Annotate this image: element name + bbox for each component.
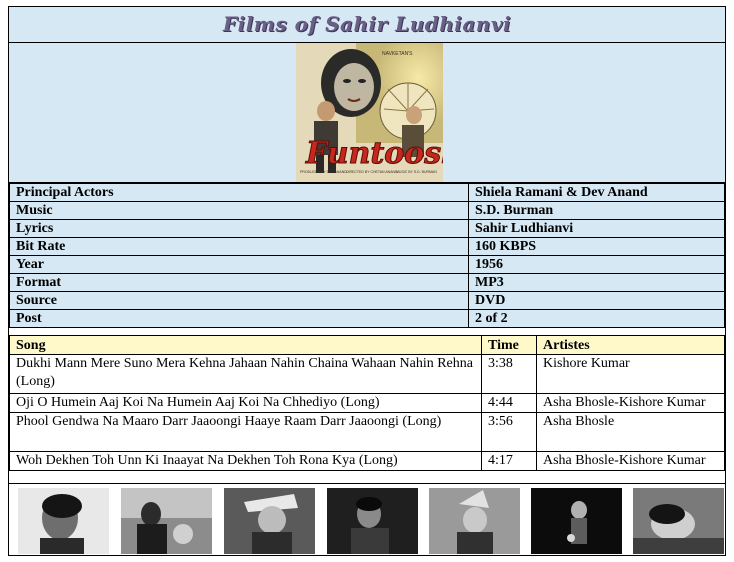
still-art <box>327 488 418 554</box>
poster-credit-2: DIRECTED BY CHETAN ANAND <box>346 170 398 174</box>
still-art <box>429 488 520 554</box>
song-artistes: Asha Bhosle <box>536 412 725 452</box>
spacer-row <box>9 465 725 484</box>
title-bar: Films of Sahir Ludhianvi <box>9 7 725 43</box>
poster-title: Funtoosh <box>305 136 443 171</box>
film-still-image <box>429 488 520 554</box>
songs-table: Song Time Artistes Dukhi Mann Mere Suno … <box>9 335 725 471</box>
info-label: Lyrics <box>9 219 469 238</box>
info-label: Source <box>9 291 469 310</box>
song-title: Dukhi Mann Mere Suno Mera Kehna Jahaan N… <box>9 354 482 394</box>
info-row: Source DVD <box>9 291 725 310</box>
info-value: 1956 <box>468 255 725 274</box>
film-still-image <box>224 488 315 554</box>
film-still-image <box>633 488 724 554</box>
poster-row: Funtoosh NAVKETAN'S PRODUCED BY DEV ANAN… <box>9 43 725 183</box>
info-label: Year <box>9 255 469 274</box>
header-song: Song <box>9 335 482 355</box>
poster-credit-1: PRODUCED BY DEV ANAND <box>300 170 347 174</box>
info-label: Format <box>9 273 469 292</box>
song-time: 3:38 <box>481 354 537 394</box>
poster-art: Funtoosh NAVKETAN'S PRODUCED BY DEV ANAN… <box>296 43 443 182</box>
info-value: 160 KBPS <box>468 237 725 256</box>
song-artistes: Asha Bhosle-Kishore Kumar <box>536 393 725 413</box>
song-title: Oji O Humein Aaj Koi Na Humein Aaj Koi N… <box>9 393 482 413</box>
still-art <box>121 488 212 554</box>
info-label: Bit Rate <box>9 237 469 256</box>
header-time: Time <box>481 335 537 355</box>
song-row: Oji O Humein Aaj Koi Na Humein Aaj Koi N… <box>9 393 725 413</box>
info-row: Principal Actors Shiela Ramani & Dev Ana… <box>9 183 725 202</box>
info-label: Principal Actors <box>9 183 469 202</box>
screenshot-strip <box>9 484 725 555</box>
page-title: Films of Sahir Ludhianvi <box>222 12 512 36</box>
still-art <box>224 488 315 554</box>
film-still-image <box>327 488 418 554</box>
film-still-image <box>121 488 212 554</box>
still-art <box>633 488 724 554</box>
info-label: Post <box>9 309 469 328</box>
film-still-image <box>531 488 622 554</box>
info-value: MP3 <box>468 273 725 292</box>
film-still-image <box>18 488 109 554</box>
info-value: 2 of 2 <box>468 309 725 328</box>
info-value: S.D. Burman <box>468 201 725 220</box>
info-value: DVD <box>468 291 725 310</box>
song-time: 3:56 <box>481 412 537 452</box>
info-row: Post 2 of 2 <box>9 309 725 328</box>
info-row: Format MP3 <box>9 273 725 292</box>
songs-header-row: Song Time Artistes <box>9 335 725 355</box>
poster-small-top: NAVKETAN'S <box>382 51 413 57</box>
info-row: Music S.D. Burman <box>9 201 725 220</box>
header-artistes: Artistes <box>536 335 725 355</box>
song-artistes: Kishore Kumar <box>536 354 725 394</box>
info-row: Bit Rate 160 KBPS <box>9 237 725 256</box>
info-value: Sahir Ludhianvi <box>468 219 725 238</box>
info-row: Lyrics Sahir Ludhianvi <box>9 219 725 238</box>
film-info-table: Principal Actors Shiela Ramani & Dev Ana… <box>9 183 725 328</box>
info-value: Shiela Ramani & Dev Anand <box>468 183 725 202</box>
poster-credit-3: MUSIC BY S.D. BURMAN <box>396 170 437 174</box>
page-frame: Films of Sahir Ludhianvi Funtoos NAVKETA… <box>8 6 726 556</box>
song-row: Phool Gendwa Na Maaro Darr Jaaoongi Haay… <box>9 412 725 452</box>
song-row: Dukhi Mann Mere Suno Mera Kehna Jahaan N… <box>9 354 725 394</box>
song-title: Phool Gendwa Na Maaro Darr Jaaoongi Haay… <box>9 412 482 452</box>
still-art <box>531 488 622 554</box>
still-art <box>18 488 109 554</box>
film-poster-image: Funtoosh NAVKETAN'S PRODUCED BY DEV ANAN… <box>296 43 443 182</box>
info-label: Music <box>9 201 469 220</box>
song-time: 4:44 <box>481 393 537 413</box>
info-row: Year 1956 <box>9 255 725 274</box>
